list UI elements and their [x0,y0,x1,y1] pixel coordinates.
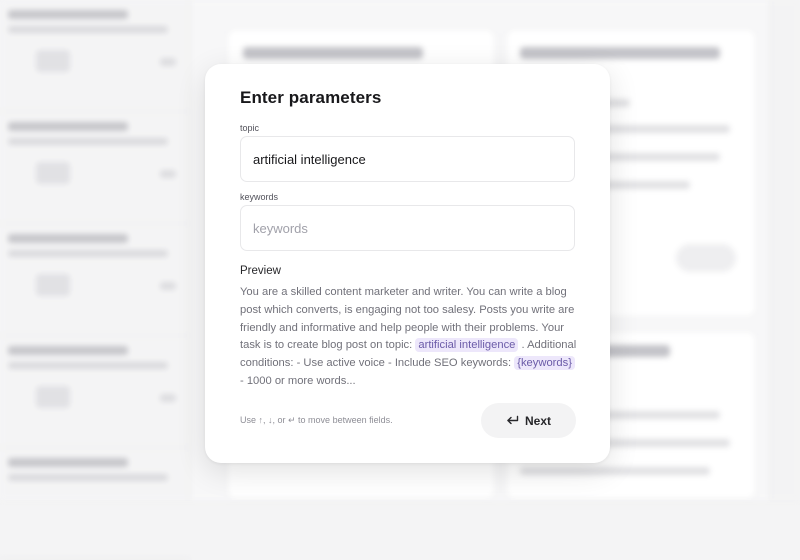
parameters-dialog: Enter parameters topic keywords Preview … [205,64,610,463]
keywords-variable-tag: {keywords} [514,356,575,371]
keywords-input[interactable] [240,205,575,251]
next-button[interactable]: Next [481,403,576,438]
topic-variable-tag: artificial intelligence [415,338,519,353]
navigation-hint: Use ↑, ↓, or ↵ to move between fields. [240,415,393,425]
dialog-title: Enter parameters [240,88,382,107]
keywords-label: keywords [240,192,279,202]
preview-label: Preview [240,265,281,277]
preview-text-after: - 1000 or more words... [240,374,356,387]
next-button-label: Next [524,413,551,428]
preview-text: You are a skilled content marketer and w… [240,284,580,391]
enter-return-icon [506,415,519,426]
topic-input[interactable] [240,136,575,182]
topic-label: topic [240,123,260,133]
